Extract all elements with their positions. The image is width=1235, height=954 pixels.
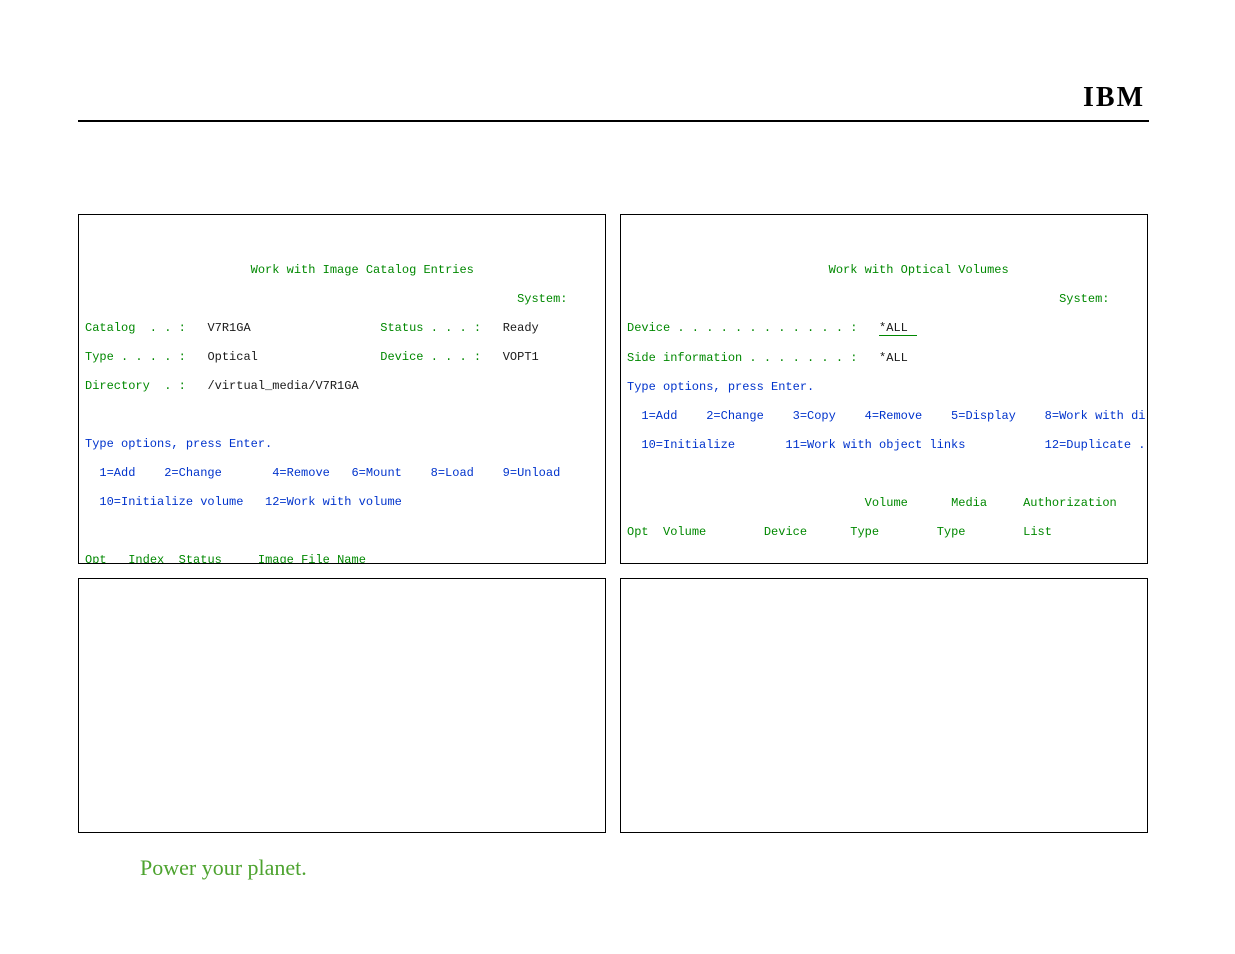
col-volume: Volume: [663, 525, 706, 539]
term-title: Work with Optical Volumes: [829, 263, 1009, 277]
header-rule: [78, 120, 1149, 122]
term-title: Work with Image Catalog Entries: [251, 263, 474, 277]
col-mediatype-2: Type: [937, 525, 966, 539]
status-value: Ready: [503, 321, 539, 335]
instructions: Type options, press Enter.: [627, 380, 1141, 395]
device-value: VOPT1: [503, 350, 539, 364]
type-label: Type . . . . :: [85, 350, 186, 364]
terminal-empty-left: [78, 578, 606, 833]
options-line-2: 10=Initialize volume 12=Work with volume: [85, 495, 599, 510]
terminal-grid: Work with Image Catalog Entries System: …: [78, 214, 1148, 833]
col-device: Device: [764, 525, 807, 539]
options-line-1: 1=Add 2=Change 4=Remove 6=Mount 8=Load 9…: [85, 466, 599, 481]
sideinfo-label: Side information . . . . . . . :: [627, 351, 857, 365]
options-line-1: 1=Add 2=Change 3=Copy 4=Remove 5=Display…: [627, 409, 1141, 424]
type-value: Optical: [207, 350, 257, 364]
col-mediatype-1: Media: [951, 496, 987, 510]
options-line-2: 10=Initialize 11=Work with object links …: [627, 438, 1141, 453]
col-index: Index: [128, 553, 164, 565]
instructions: Type options, press Enter.: [85, 437, 599, 452]
terminal-empty-right: [620, 578, 1148, 833]
col-auth-1: Authorization: [1023, 496, 1117, 510]
device-input[interactable]: *ALL: [879, 321, 917, 337]
terminal-optical-volumes: Work with Optical Volumes System: Device…: [620, 214, 1148, 564]
col-image: Image File Name: [258, 553, 366, 565]
catalog-value: V7R1GA: [207, 321, 250, 335]
sideinfo-value: *ALL: [879, 351, 908, 365]
col-voltype-1: Volume: [865, 496, 908, 510]
col-auth-2: List: [1023, 525, 1052, 539]
directory-value: /virtual_media/V7R1GA: [207, 379, 358, 393]
directory-label: Directory . :: [85, 379, 186, 393]
terminal-image-catalog: Work with Image Catalog Entries System: …: [78, 214, 606, 564]
col-status: Status: [179, 553, 222, 565]
device-label: Device . . . . . . . . . . . . :: [627, 321, 857, 335]
status-label: Status . . . :: [380, 321, 481, 335]
system-label: System:: [517, 292, 567, 306]
col-opt: Opt: [627, 525, 649, 539]
ibm-logo: IBM: [1083, 82, 1145, 114]
system-label: System:: [1059, 292, 1109, 306]
col-opt: Opt: [85, 553, 107, 565]
footer-tagline: Power your planet.: [140, 855, 307, 881]
catalog-label: Catalog . . :: [85, 321, 186, 335]
col-voltype-2: Type: [850, 525, 879, 539]
device-label: Device . . . :: [380, 350, 481, 364]
